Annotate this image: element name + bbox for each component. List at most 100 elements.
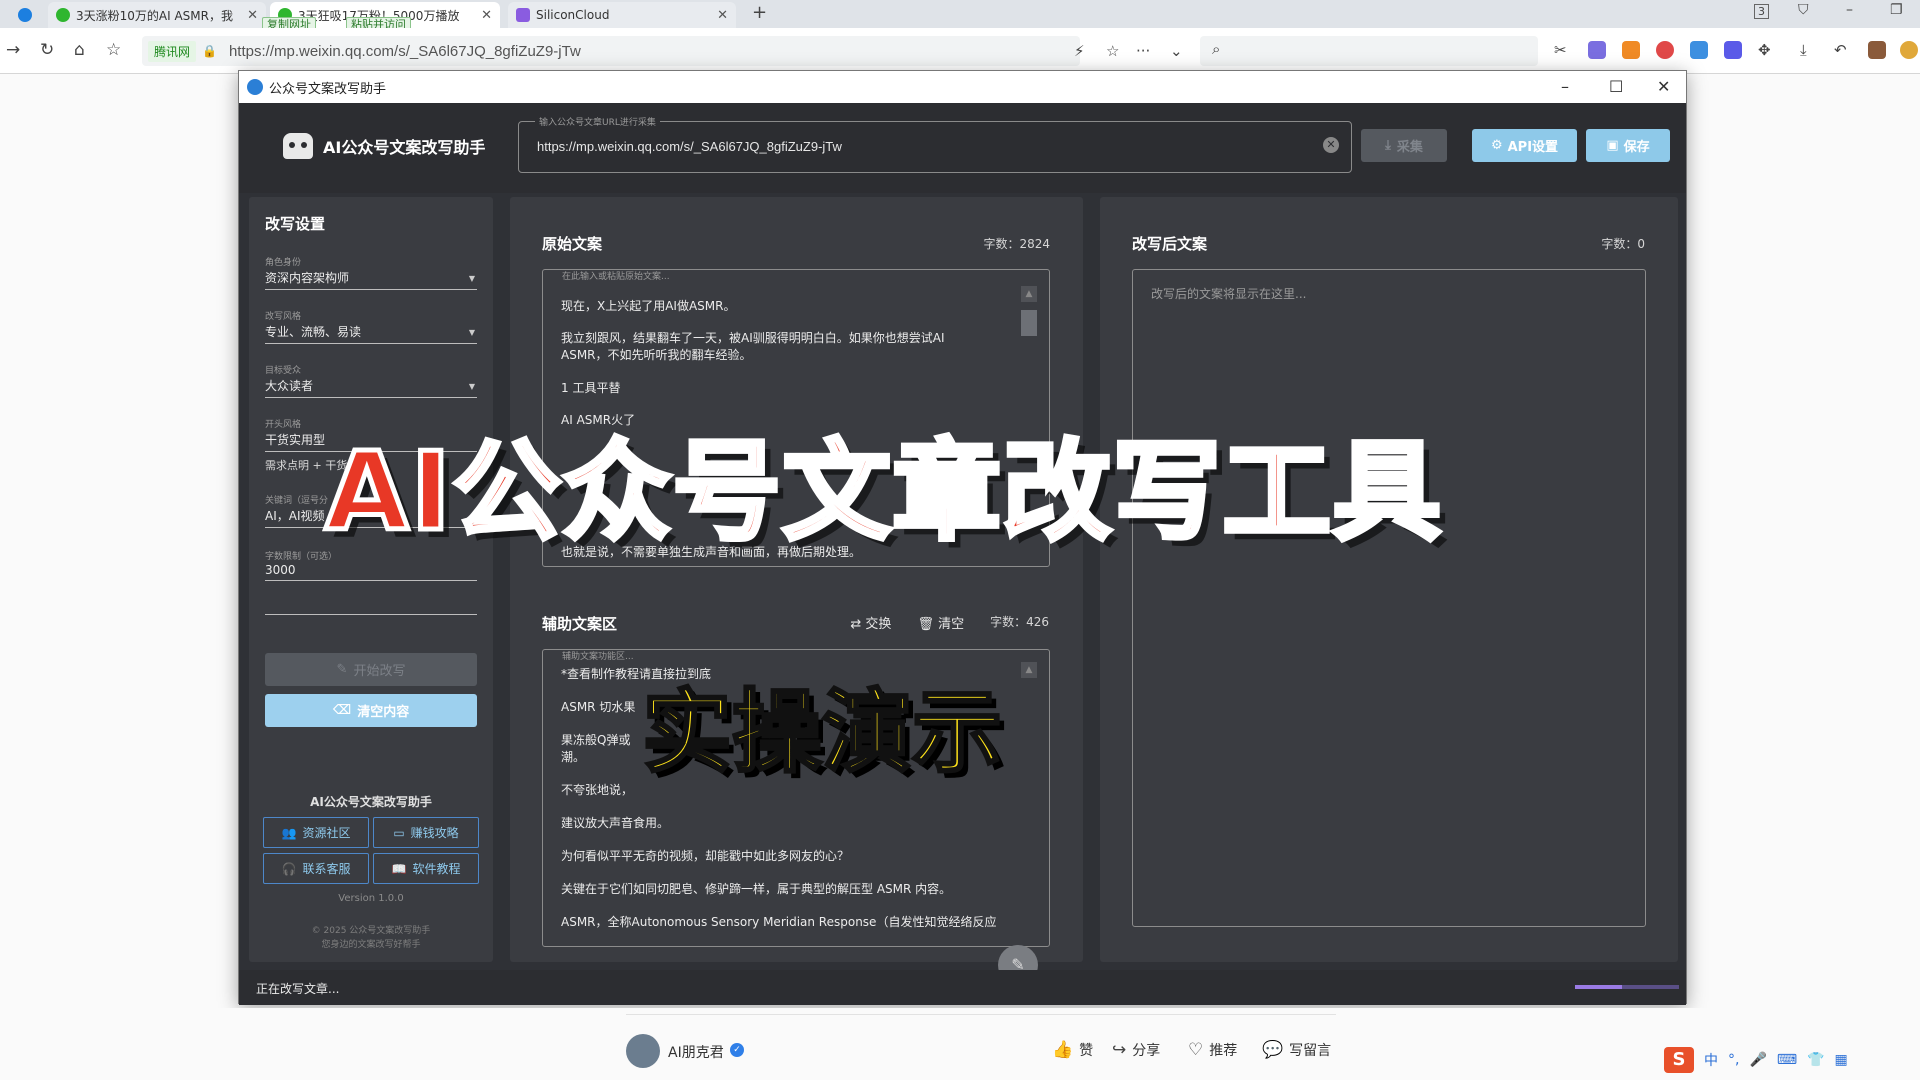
search-input[interactable]: ⌕ — [1200, 36, 1538, 66]
app-brand-text: AI公众号文案改写助手 — [323, 138, 486, 157]
overlay-title: AI公众号文章改写工具 — [323, 428, 1444, 558]
api-settings-button[interactable]: ⚙ API设置 — [1472, 129, 1577, 162]
aux-clear-label: 清空 — [938, 617, 965, 632]
api-settings-label: API设置 — [1507, 140, 1559, 155]
restore-icon[interactable]: ❐ — [1890, 2, 1903, 18]
wordcount-value: 3000 — [265, 563, 296, 577]
role-select[interactable]: 角色身份 资深内容架构师 ▼ — [265, 255, 477, 290]
profile-icon[interactable] — [1900, 41, 1918, 59]
mic-icon[interactable]: 🎤 — [1749, 1052, 1766, 1068]
save-button[interactable]: ▣ 保存 — [1586, 129, 1670, 162]
maximize-icon[interactable]: ☐ — [1609, 77, 1623, 96]
shirt-icon[interactable]: ⛉ — [1798, 2, 1809, 18]
rewritten-placeholder: 改写后的文案将显示在这里... — [1151, 287, 1307, 301]
original-line: 我立刻跟风，结果翻车了一天，被AI驯服得明明白白。如果你也想尝试AI — [561, 331, 945, 345]
share-label: 分享 — [1132, 1043, 1161, 1059]
sogou-logo[interactable]: S — [1664, 1047, 1694, 1073]
app-window-title: 公众号文案改写助手 — [269, 81, 387, 97]
extension-icon[interactable] — [1724, 41, 1742, 59]
ime-lang[interactable]: 中 — [1704, 1050, 1718, 1070]
tab-1[interactable]: 3天涨粉10万的AI ASMR，我 ✕ — [48, 2, 266, 28]
extension-icon[interactable] — [1622, 41, 1640, 59]
article-url-input[interactable] — [537, 139, 1297, 154]
new-tab-button[interactable]: + — [752, 2, 767, 23]
like-button[interactable]: 👍 赞 — [1052, 1040, 1093, 1060]
original-line: 现在，X上兴起了用AI做ASMR。 — [561, 299, 736, 313]
author-name[interactable]: AI朋克君 — [668, 1042, 724, 1062]
clear-content-button[interactable]: ⌫ 清空内容 — [265, 694, 477, 727]
collect-button[interactable]: ⤓ 采集 — [1361, 129, 1447, 162]
extra-input[interactable] — [265, 597, 477, 615]
star-icon[interactable]: ☆ — [1106, 42, 1119, 60]
tab-3[interactable]: SiliconCloud ✕ — [508, 2, 736, 28]
rewritten-textarea[interactable]: 改写后的文案将显示在这里... — [1132, 269, 1646, 927]
reload-icon[interactable]: ↻ — [40, 40, 54, 60]
rewritten-count: 字数：0 — [1601, 237, 1645, 251]
copyright-text: © 2025 公众号文案改写助手 — [311, 926, 431, 936]
scroll-up-icon[interactable]: ▲ — [1021, 286, 1037, 302]
url-bar[interactable]: 腾讯网 🔒 https://mp.weixin.qq.com/s/_SA6l67… — [142, 36, 1183, 66]
verified-icon: ✓ — [730, 1043, 744, 1057]
grid-icon[interactable]: ▦ — [1835, 1052, 1848, 1068]
share-icon: ↪ — [1112, 1040, 1127, 1060]
scrollbar-thumb[interactable] — [1021, 310, 1037, 336]
avatar[interactable] — [626, 1034, 660, 1068]
article-url-field[interactable]: 输入公众号文章URL进行采集 ✕ — [518, 115, 1352, 173]
comment-button[interactable]: 💬 写留言 — [1262, 1040, 1331, 1060]
money-guide-button[interactable]: ▭ 赚钱攻略 — [373, 817, 479, 848]
mail-icon[interactable] — [1690, 41, 1708, 59]
keyboard-icon[interactable]: ⌨ — [1777, 1052, 1797, 1068]
swap-button[interactable]: ⇄ 交换 — [850, 613, 891, 632]
browser-logo-icon[interactable] — [10, 2, 46, 28]
original-title: 原始文案 — [542, 235, 603, 253]
aux-count: 字数：426 — [990, 615, 1049, 629]
bookmark-icon[interactable]: ☆ — [106, 40, 121, 60]
cut-icon[interactable]: ✂ — [1554, 41, 1572, 59]
scroll-up-icon[interactable]: ▲ — [1021, 662, 1037, 678]
download-icon: ⤓ — [1385, 138, 1391, 153]
audience-select[interactable]: 目标受众 大众读者 ▼ — [265, 363, 477, 398]
version-text: Version 1.0.0 — [338, 893, 404, 904]
tutorial-button[interactable]: 📖 软件教程 — [373, 853, 479, 884]
minimize-icon[interactable]: – — [1846, 2, 1853, 18]
style-select[interactable]: 改写风格 专业、流畅、易读 ▼ — [265, 309, 477, 344]
chevron-down-icon[interactable]: ⌄ — [1170, 42, 1183, 60]
book-icon: 📖 — [391, 861, 407, 876]
puzzle-icon[interactable]: ✥ — [1758, 41, 1776, 59]
close-icon[interactable]: ✕ — [241, 8, 258, 23]
browser-tabbar: 3天涨粉10万的AI ASMR，我 ✕ 3天狂吸17万粉！5000万播放 ✕ 复… — [0, 0, 1920, 32]
close-icon[interactable]: ✕ — [475, 8, 492, 23]
resource-community-button[interactable]: 👥 资源社区 — [263, 817, 369, 848]
original-count: 字数：2824 — [983, 237, 1050, 251]
forward-icon[interactable]: → — [6, 40, 20, 60]
extension-icon[interactable] — [1588, 41, 1606, 59]
download-icon[interactable]: ⤓ — [1800, 41, 1818, 59]
more-icon[interactable]: ··· — [1136, 42, 1150, 60]
wand-icon: ✎ — [336, 662, 348, 677]
lightning-icon[interactable]: ⚡ — [1074, 42, 1085, 60]
dropdown-arrow-icon: ▼ — [468, 274, 475, 283]
extension-icon[interactable] — [1656, 41, 1674, 59]
aux-clear-button[interactable]: 🗑 清空 — [917, 613, 964, 632]
start-rewrite-button[interactable]: ✎ 开始改写 — [265, 653, 477, 686]
undo-icon[interactable]: ↶ — [1834, 41, 1852, 59]
close-icon[interactable]: ✕ — [1657, 77, 1670, 96]
punctuation-icon[interactable]: °, — [1728, 1052, 1739, 1068]
share-button[interactable]: ↪ 分享 — [1112, 1040, 1160, 1060]
minimize-icon[interactable]: – — [1561, 77, 1569, 96]
save-button-label: 保存 — [1623, 140, 1650, 155]
briefcase-icon[interactable] — [1868, 41, 1886, 59]
recommend-label: 推荐 — [1209, 1043, 1238, 1059]
home-icon[interactable]: ⌂ — [74, 40, 85, 60]
clear-url-icon[interactable]: ✕ — [1323, 137, 1339, 153]
tab-count[interactable]: 3 — [1754, 4, 1769, 19]
skin-icon[interactable]: 👕 — [1807, 1052, 1824, 1068]
lock-icon: 🔒 — [202, 44, 217, 58]
recommend-button[interactable]: ♡ 推荐 — [1188, 1040, 1237, 1060]
close-icon[interactable]: ✕ — [711, 8, 728, 23]
gear-icon: ⚙ — [1490, 138, 1503, 153]
url-text[interactable]: https://mp.weixin.qq.com/s/_SA6l67JQ_8gf… — [229, 43, 581, 60]
app-brand: AI公众号文案改写助手 — [283, 133, 485, 159]
contact-support-button[interactable]: 🎧 联系客服 — [263, 853, 369, 884]
style-label: 改写风格 — [265, 312, 302, 322]
